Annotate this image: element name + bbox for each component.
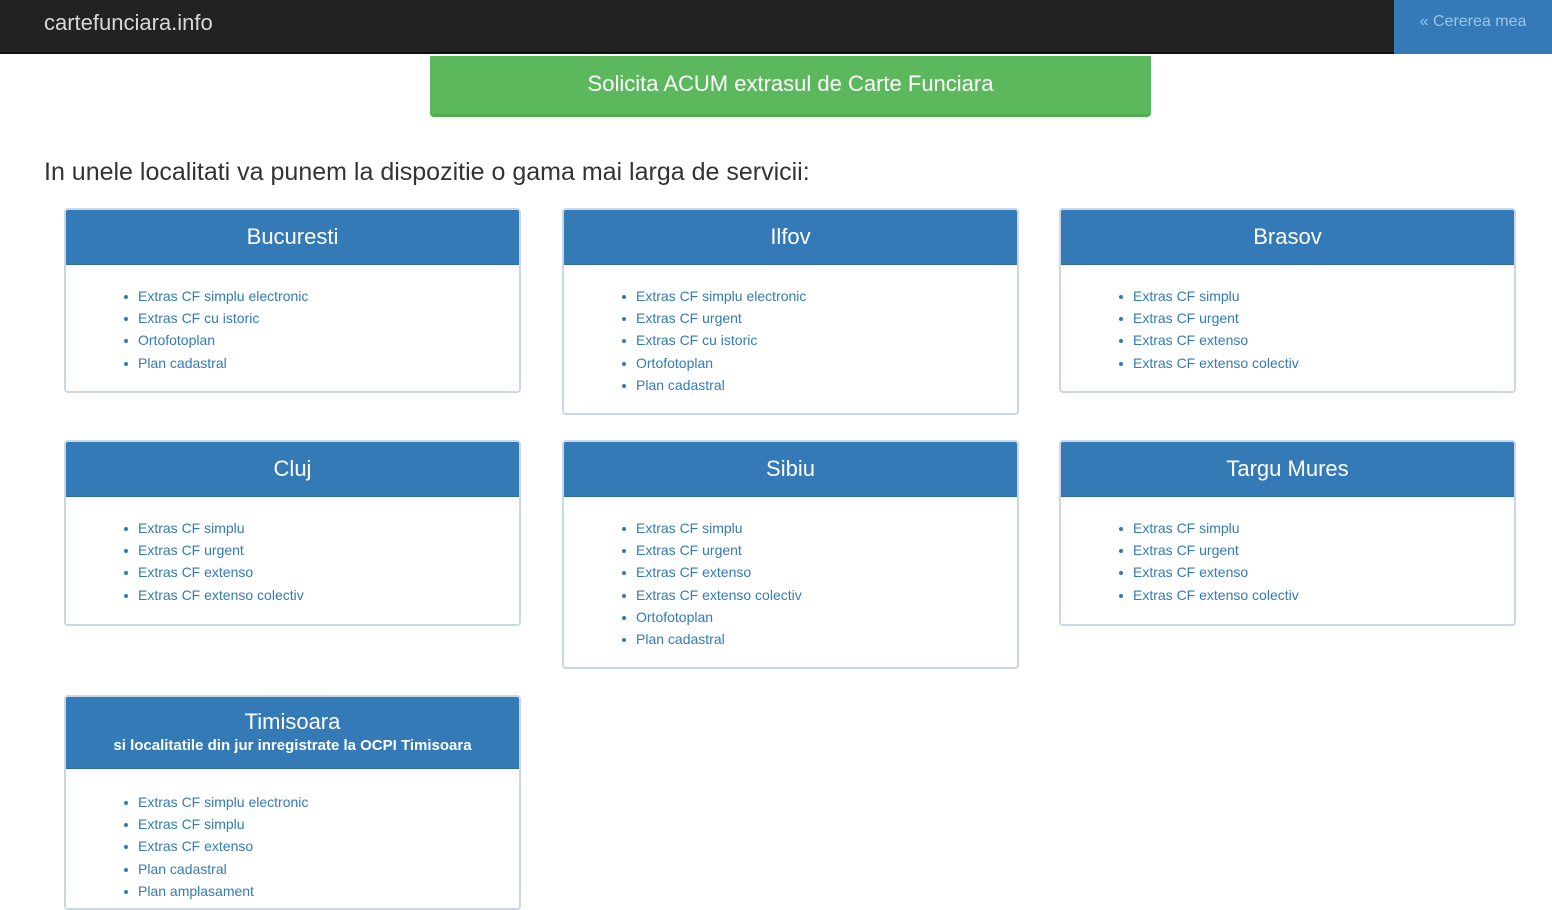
service-link[interactable]: Plan cadastral — [124, 352, 519, 374]
service-list: Extras CF simplu electronic Extras CF si… — [66, 791, 519, 902]
region-panel-sibiu: Sibiu Extras CF simplu Extras CF urgent … — [562, 440, 1019, 669]
service-link[interactable]: Extras CF extenso — [1119, 561, 1514, 583]
region-title: Targu Mures — [1061, 442, 1514, 497]
region-title: Sibiu — [564, 442, 1017, 497]
service-link[interactable]: Extras CF simplu electronic — [622, 285, 1017, 307]
service-link[interactable]: Extras CF urgent — [622, 539, 1017, 561]
service-link[interactable]: Extras CF urgent — [1119, 539, 1514, 561]
service-list: Extras CF simplu electronic Extras CF ur… — [564, 285, 1017, 396]
service-list: Extras CF simplu Extras CF urgent Extras… — [564, 517, 1017, 650]
service-link[interactable]: Extras CF extenso colectiv — [1119, 584, 1514, 606]
service-link[interactable]: Plan cadastral — [622, 628, 1017, 650]
service-link[interactable]: Extras CF cu istoric — [124, 307, 519, 329]
service-list: Extras CF simplu electronic Extras CF cu… — [66, 285, 519, 374]
site-brand-link[interactable]: cartefunciara.info — [44, 10, 213, 36]
service-link[interactable]: Extras CF simplu electronic — [124, 791, 519, 813]
service-link[interactable]: Plan cadastral — [622, 374, 1017, 396]
service-link[interactable]: Extras CF extenso colectiv — [622, 584, 1017, 606]
region-title: Timisoara — [244, 709, 341, 734]
service-link[interactable]: Ortofotoplan — [124, 329, 519, 351]
top-navbar: cartefunciara.info « Cererea mea — [0, 0, 1552, 54]
region-panel-ilfov: Ilfov Extras CF simplu electronic Extras… — [562, 208, 1019, 415]
region-panel-bucuresti: Bucuresti Extras CF simplu electronic Ex… — [64, 208, 521, 393]
service-link[interactable]: Extras CF urgent — [124, 539, 519, 561]
service-link[interactable]: Extras CF extenso — [124, 835, 519, 857]
region-header: Timisoara si localitatile din jur inregi… — [66, 697, 519, 769]
region-subtitle: si localitatile din jur inregistrate la … — [113, 737, 472, 754]
service-link[interactable]: Extras CF urgent — [622, 307, 1017, 329]
region-title: Ilfov — [564, 210, 1017, 265]
region-title: Bucuresti — [66, 210, 519, 265]
region-title: Brasov — [1061, 210, 1514, 265]
service-link[interactable]: Plan cadastral — [124, 858, 519, 880]
my-request-button[interactable]: « Cererea mea — [1394, 0, 1552, 54]
service-link[interactable]: Extras CF urgent — [1119, 307, 1514, 329]
service-link[interactable]: Extras CF cu istoric — [622, 329, 1017, 351]
region-title: Cluj — [66, 442, 519, 497]
service-link[interactable]: Extras CF simplu — [124, 517, 519, 539]
service-list: Extras CF simplu Extras CF urgent Extras… — [66, 517, 519, 606]
region-panel-timisoara: Timisoara si localitatile din jur inregi… — [64, 695, 521, 910]
service-link[interactable]: Extras CF extenso — [1119, 329, 1514, 351]
service-link[interactable]: Extras CF extenso — [124, 561, 519, 583]
service-link[interactable]: Extras CF simplu — [124, 813, 519, 835]
service-link[interactable]: Extras CF extenso colectiv — [1119, 352, 1514, 374]
service-link[interactable]: Ortofotoplan — [622, 606, 1017, 628]
service-link[interactable]: Extras CF simplu — [622, 517, 1017, 539]
service-link[interactable]: Extras CF simplu — [1119, 517, 1514, 539]
services-intro-text: In unele localitati va punem la dispozit… — [44, 158, 810, 186]
service-link[interactable]: Extras CF simplu electronic — [124, 285, 519, 307]
service-link[interactable]: Extras CF extenso colectiv — [124, 584, 519, 606]
region-panel-brasov: Brasov Extras CF simplu Extras CF urgent… — [1059, 208, 1516, 393]
service-list: Extras CF simplu Extras CF urgent Extras… — [1061, 285, 1514, 374]
service-link[interactable]: Extras CF simplu — [1119, 285, 1514, 307]
service-list: Extras CF simplu Extras CF urgent Extras… — [1061, 517, 1514, 606]
request-extract-button[interactable]: Solicita ACUM extrasul de Carte Funciara — [430, 56, 1151, 117]
service-link[interactable]: Extras CF extenso — [622, 561, 1017, 583]
region-panel-cluj: Cluj Extras CF simplu Extras CF urgent E… — [64, 440, 521, 626]
service-link[interactable]: Plan amplasament — [124, 880, 519, 902]
service-link[interactable]: Ortofotoplan — [622, 352, 1017, 374]
region-panel-targu-mures: Targu Mures Extras CF simplu Extras CF u… — [1059, 440, 1516, 626]
